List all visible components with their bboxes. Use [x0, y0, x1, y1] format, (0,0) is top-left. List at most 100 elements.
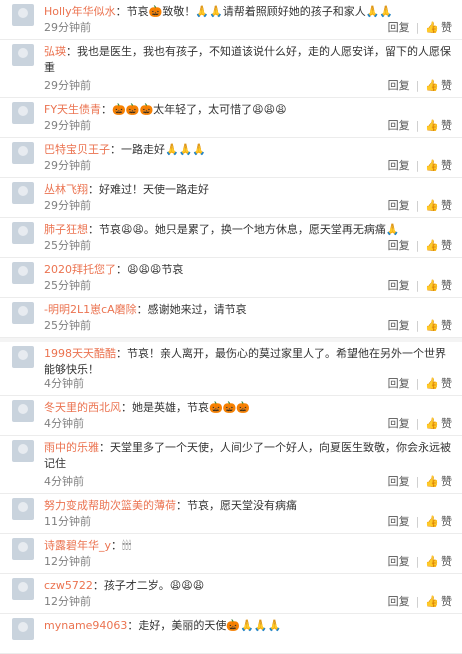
comment-item: 1998天天酷酷：节哀！亲人离开，最伤心的莫过家里人了。希望他在另外一个世界能够… — [0, 338, 462, 396]
reply-button[interactable]: 回复 — [388, 473, 410, 489]
avatar[interactable] — [12, 440, 34, 462]
action-divider: | — [415, 198, 420, 212]
avatar[interactable] — [12, 618, 34, 640]
comment-timestamp: 12分钟前 — [44, 555, 91, 568]
comment-username[interactable]: czw5722 — [44, 579, 93, 592]
comment-timestamp: 25分钟前 — [44, 279, 91, 292]
comment-username[interactable]: 1998天天酷酷 — [44, 347, 116, 360]
thumbs-up-icon: 👍 — [425, 555, 439, 568]
comment-item: 努力变成帮助次篮美的薄荷：节哀，愿天堂没有病痛 11分钟前 回复 | 👍 赞 — [0, 494, 462, 534]
reply-button[interactable]: 回复 — [388, 375, 410, 391]
comment-timestamp: 4分钟前 — [44, 417, 84, 430]
comment-timestamp: 4分钟前 — [44, 475, 84, 488]
avatar[interactable] — [12, 222, 34, 244]
comment-text: 我也是医生，我也有孩子，不知道该说什么好，走的人愿安详，留下的人愿保重 — [44, 45, 451, 74]
reply-button[interactable]: 回复 — [388, 197, 410, 213]
thumbs-up-icon: 👍 — [425, 239, 439, 252]
comment-timestamp: 29分钟前 — [44, 159, 91, 172]
avatar[interactable] — [12, 578, 34, 600]
comment-username[interactable]: 努力变成帮助次篮美的薄荷 — [44, 499, 176, 512]
action-divider: | — [415, 376, 420, 390]
comment-item: 弘瑛：我也是医生，我也有孩子，不知道该说什么好，走的人愿安详，留下的人愿保重 2… — [0, 40, 462, 98]
like-button[interactable]: 👍 赞 — [425, 375, 452, 391]
like-button[interactable]: 👍 赞 — [425, 317, 452, 333]
comment-text: 节哀🎃致敬！🙏🙏请帮着照顾好她的孩子和家人🙏🙏 — [126, 5, 394, 18]
action-divider: | — [415, 594, 420, 608]
like-button[interactable]: 👍 赞 — [425, 77, 452, 93]
avatar[interactable] — [12, 498, 34, 520]
comment-username[interactable]: FY天生债青 — [44, 103, 101, 116]
like-button[interactable]: 👍 赞 — [425, 117, 452, 133]
like-button[interactable]: 👍 赞 — [425, 277, 452, 293]
avatar[interactable] — [12, 538, 34, 560]
comment-username[interactable]: 弘瑛 — [44, 45, 66, 58]
thumbs-up-icon: 👍 — [425, 417, 439, 430]
reply-button[interactable]: 回复 — [388, 553, 410, 569]
action-divider: | — [415, 318, 420, 332]
avatar[interactable] — [12, 302, 34, 324]
reply-button[interactable]: 回复 — [388, 415, 410, 431]
action-divider: | — [415, 416, 420, 430]
like-button[interactable]: 👍 赞 — [425, 513, 452, 529]
comment-item: FY天生债青：🎃🎃🎃太年轻了，太可惜了😩😩😩 29分钟前 回复 | 👍 赞 — [0, 98, 462, 138]
comment-item: czw5722：孩子才二岁。😩😩😩 12分钟前 回复 | 👍 赞 — [0, 574, 462, 614]
reply-button[interactable]: 回复 — [388, 157, 410, 173]
comment-text: 孩子才二岁。😩😩😩 — [103, 579, 205, 592]
like-button[interactable]: 👍 赞 — [425, 197, 452, 213]
like-button[interactable]: 👍 赞 — [425, 19, 452, 35]
thumbs-up-icon: 👍 — [425, 79, 439, 92]
reply-button[interactable]: 回复 — [388, 317, 410, 333]
avatar[interactable] — [12, 346, 34, 368]
like-button[interactable]: 👍 赞 — [425, 473, 452, 489]
comment-item: 2020拜托您了：😩😩😩节哀 25分钟前 回复 | 👍 赞 — [0, 258, 462, 298]
reply-button[interactable]: 回复 — [388, 277, 410, 293]
reply-button[interactable]: 回复 — [388, 117, 410, 133]
comment-text: 好难过！天使一路走好 — [99, 183, 209, 196]
thumbs-up-icon: 👍 — [425, 515, 439, 528]
like-button[interactable]: 👍 赞 — [425, 415, 452, 431]
comment-text: 节哀，愿天堂没有病痛 — [187, 499, 297, 512]
thumbs-up-icon: 👍 — [425, 377, 439, 390]
avatar[interactable] — [12, 102, 34, 124]
like-button[interactable]: 👍 赞 — [425, 237, 452, 253]
reply-button[interactable]: 回复 — [388, 19, 410, 35]
comment-username[interactable]: 2020拜托您了 — [44, 263, 116, 276]
comment-username[interactable]: 丛林飞翔 — [44, 183, 88, 196]
thumbs-up-icon: 👍 — [425, 319, 439, 332]
avatar[interactable] — [12, 142, 34, 164]
like-button[interactable]: 👍 赞 — [425, 553, 452, 569]
avatar[interactable] — [12, 262, 34, 284]
action-divider: | — [415, 474, 420, 488]
comment-username[interactable]: myname94063 — [44, 619, 127, 632]
reply-button[interactable]: 回复 — [388, 237, 410, 253]
comment-username[interactable]: 雨中的乐雅 — [44, 441, 99, 454]
like-button[interactable]: 👍 赞 — [425, 157, 452, 173]
action-divider: | — [415, 118, 420, 132]
comment-username[interactable]: 肺子狂想 — [44, 223, 88, 236]
thumbs-up-icon: 👍 — [425, 279, 439, 292]
avatar[interactable] — [12, 400, 34, 422]
comment-timestamp: 11分钟前 — [44, 515, 91, 528]
comment-text: 😩😩😩节哀 — [127, 263, 184, 276]
avatar[interactable] — [12, 182, 34, 204]
avatar[interactable] — [12, 44, 34, 66]
comment-username[interactable]: Holly年华似水 — [44, 5, 116, 18]
comment-item: 巴特宝贝王子：一路走好🙏🙏🙏 29分钟前 回复 | 👍 赞 — [0, 138, 462, 178]
comment-timestamp: 25分钟前 — [44, 239, 91, 252]
comment-username[interactable]: 诗露碧年华_y — [44, 539, 111, 552]
comment-username[interactable]: -明明2L1崽cA磨除 — [44, 303, 137, 316]
action-divider: | — [415, 78, 420, 92]
action-divider: | — [415, 20, 420, 34]
reply-button[interactable]: 回复 — [388, 513, 410, 529]
comment-username[interactable]: 冬天里的西北风 — [44, 401, 121, 414]
like-button[interactable]: 👍 赞 — [425, 593, 452, 609]
comment-item: 冬天里的西北风：她是英雄，节哀🎃🎃🎃 4分钟前 回复 | 👍 赞 — [0, 396, 462, 436]
comment-username[interactable]: 巴特宝贝王子 — [44, 143, 110, 156]
reply-button[interactable]: 回复 — [388, 593, 410, 609]
avatar[interactable] — [12, 4, 34, 26]
comment-timestamp: 29分钟前 — [44, 79, 91, 92]
thumbs-up-icon: 👍 — [425, 475, 439, 488]
comment-text: 节哀😩😩。她只是累了，换一个地方休息，愿天堂再无病痛🙏 — [99, 223, 400, 236]
reply-button[interactable]: 回复 — [388, 77, 410, 93]
comment-text: 一路走好🙏🙏🙏 — [121, 143, 207, 156]
